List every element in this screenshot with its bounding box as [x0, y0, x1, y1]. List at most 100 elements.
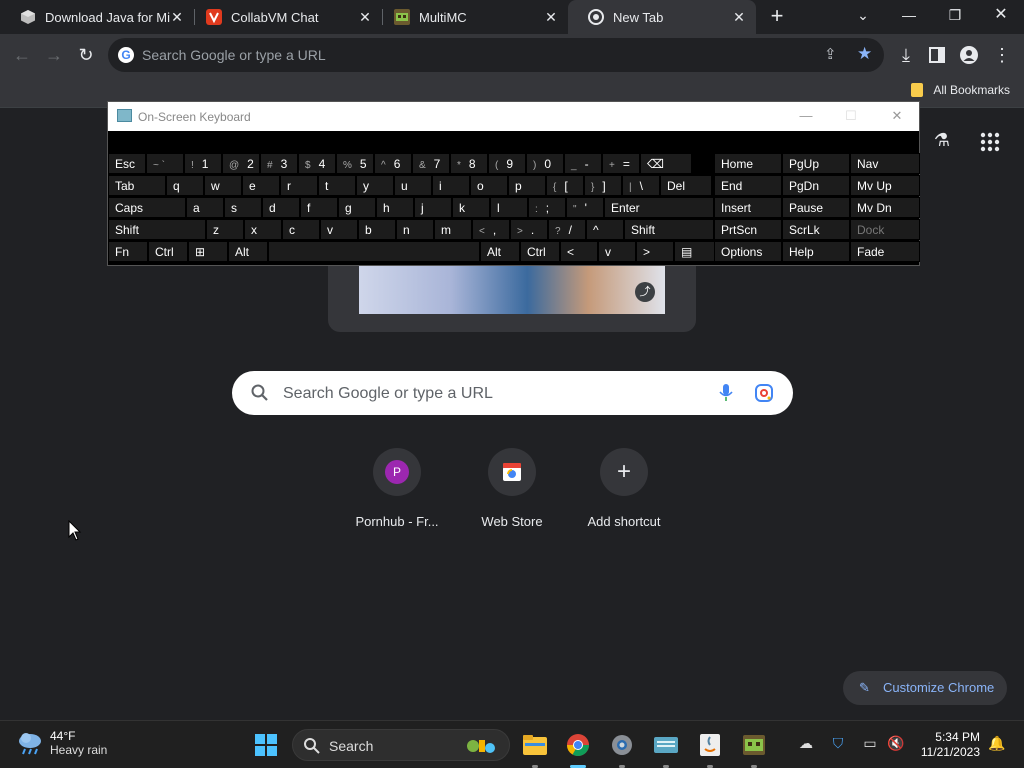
search-box[interactable]: Search Google or type a URL: [232, 371, 793, 415]
taskbar-search-box[interactable]: Search: [292, 729, 510, 761]
osk-key[interactable]: ⌫: [640, 153, 692, 174]
osk-key[interactable]: e: [242, 175, 280, 196]
osk-nav-key[interactable]: Home: [714, 153, 782, 174]
labs-flask-icon[interactable]: ⚗: [930, 130, 954, 154]
osk-key[interactable]: a: [186, 197, 224, 218]
osk-key[interactable]: g: [338, 197, 376, 218]
osk-key[interactable]: ⊞: [188, 241, 228, 262]
multimc-taskbar-icon[interactable]: [739, 730, 769, 760]
file-explorer-icon[interactable]: [520, 730, 550, 760]
osk-key[interactable]: v: [598, 241, 636, 262]
close-tab-icon[interactable]: ✕: [170, 9, 184, 26]
google-doodle-image[interactable]: ⤴: [359, 258, 665, 314]
osk-key[interactable]: s: [224, 197, 262, 218]
osk-key[interactable]: Tab: [108, 175, 166, 196]
taskbar-clock[interactable]: 5:34 PM 11/21/2023: [918, 730, 980, 760]
windows-start-icon[interactable]: [251, 730, 281, 760]
osk-key[interactable]: c: [282, 219, 320, 240]
new-tab-button[interactable]: +: [766, 4, 788, 30]
osk-key[interactable]: i: [432, 175, 470, 196]
osk-close-button[interactable]: ✕: [887, 108, 907, 124]
osk-nav-key[interactable]: PrtScn: [714, 219, 782, 240]
osk-key[interactable]: Enter: [604, 197, 714, 218]
network-icon[interactable]: ▭: [860, 735, 880, 755]
shortcut-tile[interactable]: Web Store: [462, 448, 562, 529]
voice-search-icon[interactable]: [718, 383, 734, 403]
osk-key[interactable]: x: [244, 219, 282, 240]
osk-nav-key[interactable]: End: [714, 175, 782, 196]
osk-nav-key[interactable]: Mv Dn: [850, 197, 920, 218]
weather-widget[interactable]: 44°F Heavy rain: [16, 729, 107, 757]
osk-key[interactable]: * 8: [450, 153, 488, 174]
osk-key[interactable]: @2: [222, 153, 260, 174]
osk-key[interactable]: h: [376, 197, 414, 218]
osk-key[interactable]: Del: [660, 175, 712, 196]
osk-key[interactable]: <,: [472, 219, 510, 240]
osk-key[interactable]: v: [320, 219, 358, 240]
osk-nav-key[interactable]: Help: [782, 241, 850, 262]
onedrive-offline-icon[interactable]: ☁: [796, 735, 816, 755]
download-icon[interactable]: ⤓: [894, 43, 918, 67]
tab-collabvm-chat[interactable]: CollabVM Chat ✕: [186, 0, 382, 34]
back-arrow-icon[interactable]: ←: [10, 43, 34, 67]
osk-key[interactable]: >: [636, 241, 674, 262]
reload-icon[interactable]: ↻: [74, 43, 98, 67]
osk-key[interactable]: $4: [298, 153, 336, 174]
settings-gear-icon[interactable]: [607, 730, 637, 760]
osk-key[interactable]: Caps: [108, 197, 186, 218]
restore-button[interactable]: ❐: [932, 0, 978, 32]
osk-key[interactable]: d: [262, 197, 300, 218]
close-window-button[interactable]: ✕: [978, 0, 1024, 32]
osk-key[interactable]: Ctrl: [148, 241, 188, 262]
google-lens-icon[interactable]: [754, 383, 774, 403]
osk-key[interactable]: % 5: [336, 153, 374, 174]
tab-download-java[interactable]: Download Java for Mi ✕: [0, 0, 194, 34]
osk-key[interactable]: l: [490, 197, 528, 218]
osk-key[interactable]: ? /: [548, 219, 586, 240]
osk-key[interactable]: b: [358, 219, 396, 240]
close-tab-icon[interactable]: ✕: [358, 9, 372, 26]
osk-maximize-button[interactable]: ☐: [841, 108, 861, 124]
osk-key[interactable]: Alt: [480, 241, 520, 262]
osk-key[interactable]: y: [356, 175, 394, 196]
osk-key[interactable]: z: [206, 219, 244, 240]
bookmark-star-icon[interactable]: ★: [857, 44, 872, 64]
osk-nav-key[interactable]: ScrLk: [782, 219, 850, 240]
osk-nav-key[interactable]: Insert: [714, 197, 782, 218]
forward-arrow-icon[interactable]: →: [42, 43, 66, 67]
osk-key[interactable]: Fn: [108, 241, 148, 262]
close-tab-icon[interactable]: ✕: [732, 9, 746, 26]
add-shortcut-button[interactable]: + Add shortcut: [574, 448, 674, 529]
osk-nav-key[interactable]: Nav: [850, 153, 920, 174]
osk-nav-key[interactable]: PgDn: [782, 175, 850, 196]
osk-nav-key[interactable]: Options: [714, 241, 782, 262]
osk-key[interactable]: Ctrl: [520, 241, 560, 262]
shortcut-tile[interactable]: P Pornhub - Fr...: [347, 448, 447, 529]
osk-key[interactable]: w: [204, 175, 242, 196]
osk-key[interactable]: m: [434, 219, 472, 240]
osk-key[interactable]: >.: [510, 219, 548, 240]
osk-key[interactable]: ^ 6: [374, 153, 412, 174]
all-bookmarks-button[interactable]: All Bookmarks: [911, 83, 1010, 97]
apps-grid-icon[interactable]: [980, 132, 1000, 152]
tab-multimc[interactable]: MultiMC ✕: [374, 0, 568, 34]
osk-key[interactable]: ~ `: [146, 153, 184, 174]
osk-minimize-button[interactable]: —: [796, 108, 816, 123]
kebab-menu-icon[interactable]: ⋮: [990, 43, 1014, 67]
osk-nav-key[interactable]: Pause: [782, 197, 850, 218]
osk-key[interactable]: Esc: [108, 153, 146, 174]
doodle-share-icon[interactable]: ⤴: [635, 282, 655, 302]
close-tab-icon[interactable]: ✕: [544, 9, 558, 26]
osk-key[interactable]: <: [560, 241, 598, 262]
minimize-button[interactable]: —: [886, 0, 932, 32]
osk-key[interactable]: + =: [602, 153, 640, 174]
osk-key[interactable]: t: [318, 175, 356, 196]
osk-key[interactable]: _ -: [564, 153, 602, 174]
osk-key[interactable]: ^: [586, 219, 624, 240]
osk-key[interactable]: q: [166, 175, 204, 196]
side-panel-icon[interactable]: [925, 43, 949, 67]
osk-key[interactable]: p: [508, 175, 546, 196]
osk-key[interactable]: [268, 241, 480, 262]
osk-key[interactable]: ▤: [674, 241, 718, 262]
osk-key[interactable]: (9: [488, 153, 526, 174]
